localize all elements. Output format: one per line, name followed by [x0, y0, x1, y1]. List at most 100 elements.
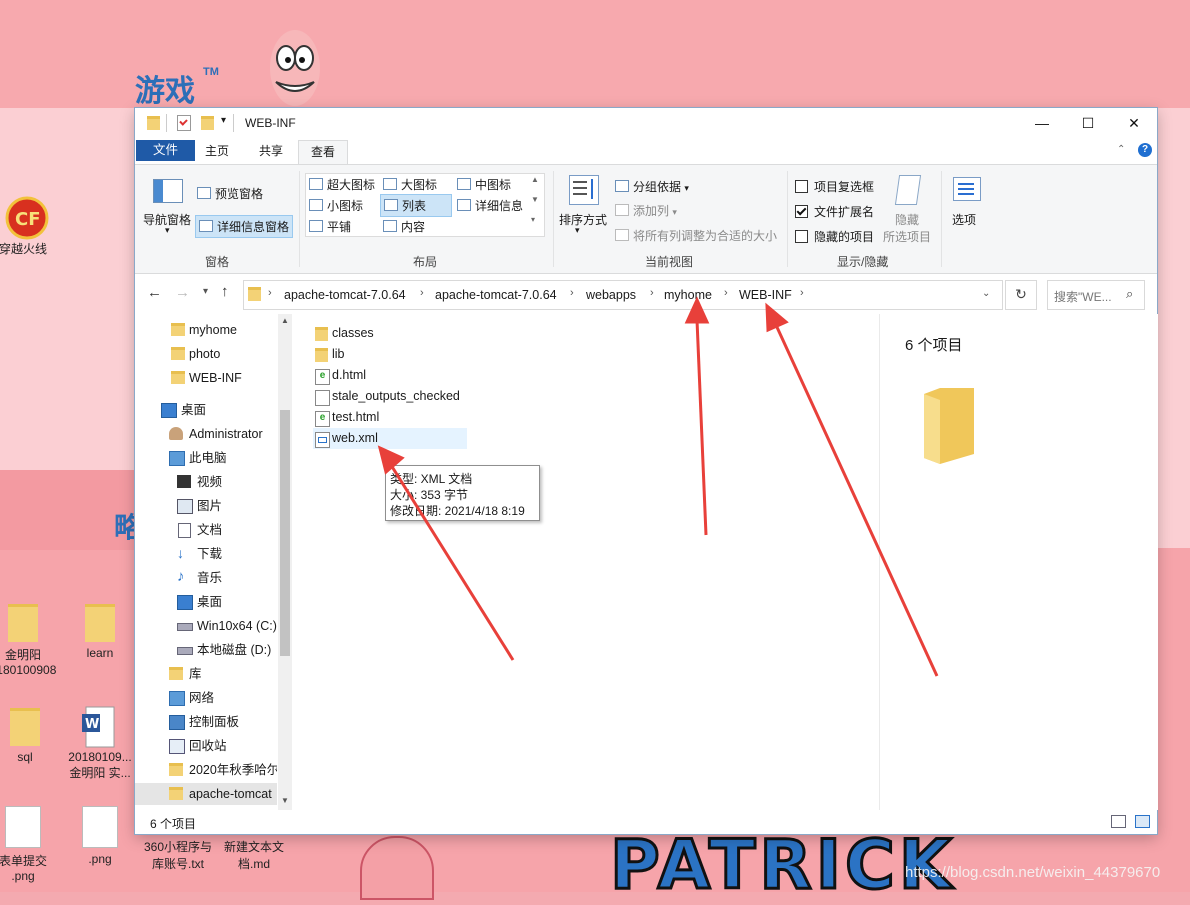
layout-details[interactable]: 详细信息 [457, 197, 523, 214]
nav-item-drive-d[interactable]: 本地磁盘 (D:) [135, 639, 277, 661]
layout-list[interactable]: 列表 [380, 194, 452, 217]
list-item[interactable]: web.xml [313, 428, 467, 449]
gallery-scroll-up-icon[interactable]: ▲ [531, 175, 539, 184]
nav-item-documents[interactable]: 文档 [135, 519, 277, 541]
desktop-icon-cf[interactable]: CF 穿越火线 [0, 196, 58, 257]
desktop-icon-word-doc[interactable]: W 20180109... 金明阳 实... [65, 706, 135, 781]
scroll-down-icon[interactable]: ▼ [281, 796, 289, 805]
scrollbar-thumb[interactable] [280, 410, 290, 656]
recent-locations-icon[interactable]: ▾ [203, 286, 208, 297]
forward-button[interactable]: → [175, 284, 190, 301]
nav-item-pictures[interactable]: 图片 [135, 495, 277, 517]
hidden-items-toggle[interactable]: 隐藏的项目 [795, 228, 874, 245]
hidden-items-checkbox[interactable] [795, 230, 808, 243]
address-bar[interactable]: › apache-tomcat-7.0.64 › apache-tomcat-7… [243, 280, 1003, 310]
tab-file[interactable]: 文件 [136, 140, 196, 161]
nav-item-myhome[interactable]: myhome [135, 319, 277, 341]
layout-large-icons[interactable]: 大图标 [383, 176, 437, 193]
details-pane-button[interactable]: 详细信息窗格 [195, 215, 294, 238]
nav-item-control-panel[interactable]: 控制面板 [135, 711, 277, 733]
breadcrumb-item[interactable]: WEB-INF [739, 288, 792, 302]
nav-item-downloads[interactable]: ↓ 下载 [135, 543, 277, 565]
desktop-icon-md[interactable]: 新建文本文 档.md [216, 838, 292, 872]
desktop-icon-form-png[interactable]: 表单提交 .png [0, 806, 58, 883]
nav-item-apache-tomcat[interactable]: apache-tomcat [135, 783, 277, 805]
preview-pane-button[interactable]: 预览窗格 [197, 185, 263, 202]
refresh-icon[interactable]: ↻ [1005, 280, 1037, 310]
minimize-button[interactable]: — [1019, 108, 1065, 138]
new-folder-icon[interactable] [201, 116, 214, 130]
list-item[interactable]: classes [313, 323, 463, 344]
layout-tiles[interactable]: 平铺 [309, 218, 351, 235]
breadcrumb-item[interactable]: myhome [664, 288, 712, 302]
nav-scrollbar[interactable]: ▲ ▼ [278, 314, 292, 810]
item-checkboxes-checkbox[interactable] [795, 180, 808, 193]
add-column-button[interactable]: 添加列 ▾ [615, 202, 677, 219]
nav-item-photo[interactable]: photo [135, 343, 277, 365]
chevron-right-icon: › [420, 287, 424, 299]
layout-content[interactable]: 内容 [383, 218, 425, 235]
help-icon[interactable]: ? [1138, 143, 1152, 157]
breadcrumb-item[interactable]: apache-tomcat-7.0.64 [284, 288, 406, 302]
address-history-icon[interactable]: ⌄ [982, 288, 990, 299]
nav-item-drive-c[interactable]: Win10x64 (C:) [135, 615, 277, 637]
scroll-up-icon[interactable]: ▲ [281, 316, 289, 325]
up-button[interactable]: ↑ [221, 283, 229, 300]
group-by-button[interactable]: 分组依据 ▾ [615, 178, 689, 195]
desktop-icon-png[interactable]: .png [65, 806, 135, 866]
layout-extra-large-icons[interactable]: 超大图标 [309, 176, 375, 193]
layout-medium-icons[interactable]: 中图标 [457, 176, 511, 193]
nav-item-network[interactable]: 网络 [135, 687, 277, 709]
desktop-icon-learn[interactable]: learn [65, 604, 135, 660]
close-button[interactable]: ✕ [1111, 108, 1157, 138]
tab-view[interactable]: 查看 [298, 140, 349, 165]
hide-selected-button[interactable]: 隐藏 [895, 211, 919, 228]
nav-item-web-inf[interactable]: WEB-INF [135, 367, 277, 389]
desktop-icon-sql[interactable]: sql [0, 708, 60, 764]
file-tooltip: 类型: XML 文档 大小: 353 字节 修改日期: 2021/4/18 8:… [385, 465, 540, 521]
tab-home[interactable]: 主页 [193, 140, 241, 162]
gallery-scroll-down-icon[interactable]: ▼ [531, 195, 539, 204]
nav-item-autumn-folder[interactable]: 2020年秋季哈尔 [135, 759, 277, 781]
title-bar[interactable]: ▾ WEB-INF — ☐ ✕ [135, 108, 1157, 138]
collapse-ribbon-icon[interactable]: ⌃ [1117, 144, 1125, 155]
breadcrumb-item[interactable]: apache-tomcat-7.0.64 [435, 288, 557, 302]
layout-small-icons[interactable]: 小图标 [309, 197, 363, 214]
nav-item-music[interactable]: ♪ 音乐 [135, 567, 277, 589]
customize-quick-access-icon[interactable]: ▾ [221, 115, 226, 126]
list-item[interactable]: stale_outputs_checked [313, 386, 463, 407]
desktop-icon-jinmingyang[interactable]: 金明阳 0180100908 [0, 604, 58, 677]
nav-item-desktop-2[interactable]: 桌面 [135, 591, 277, 613]
gallery-expand-icon[interactable]: ▾ [531, 215, 535, 224]
fit-columns-button[interactable]: 将所有列调整为合适的大小 [615, 227, 777, 244]
nav-item-videos[interactable]: 视频 [135, 471, 277, 493]
nav-item-label: 控制面板 [189, 715, 240, 729]
nav-item-recycle-bin[interactable]: 回收站 [135, 735, 277, 757]
list-item[interactable]: e d.html [313, 365, 463, 386]
nav-item-desktop[interactable]: 桌面 [135, 399, 277, 421]
maximize-button[interactable]: ☐ [1065, 108, 1111, 138]
quick-access-folder-icon[interactable] [147, 116, 160, 130]
properties-icon[interactable] [177, 115, 191, 131]
desktop-icon-txt[interactable]: 360小程序与 库账号.txt [140, 838, 216, 872]
back-button[interactable]: ← [147, 284, 162, 301]
file-extensions-toggle[interactable]: 文件扩展名 [795, 203, 874, 220]
breadcrumb-item[interactable]: webapps [586, 288, 636, 302]
item-checkboxes-toggle[interactable]: 项目复选框 [795, 178, 874, 195]
search-icon[interactable]: ⌕ [1126, 286, 1133, 302]
nav-item-libraries[interactable]: 库 [135, 663, 277, 685]
nav-item-administrator[interactable]: Administrator [135, 423, 277, 445]
search-input[interactable]: 搜索"WE... ⌕ [1047, 280, 1145, 310]
list-item[interactable]: lib [313, 344, 463, 365]
sort-by-button[interactable]: 排序方式 [559, 211, 607, 228]
options-button[interactable]: 选项 [952, 211, 976, 228]
file-extensions-checkbox[interactable] [795, 205, 808, 218]
tab-share[interactable]: 共享 [247, 140, 295, 162]
large-icons-view-icon[interactable] [1135, 815, 1150, 828]
list-item[interactable]: e test.html [313, 407, 463, 428]
nav-item-label: 本地磁盘 (D:) [197, 643, 272, 657]
chevron-right-icon: › [570, 287, 574, 299]
details-view-icon[interactable] [1111, 815, 1126, 828]
file-extensions-label: 文件扩展名 [814, 205, 875, 219]
nav-item-this-pc[interactable]: 此电脑 [135, 447, 277, 469]
